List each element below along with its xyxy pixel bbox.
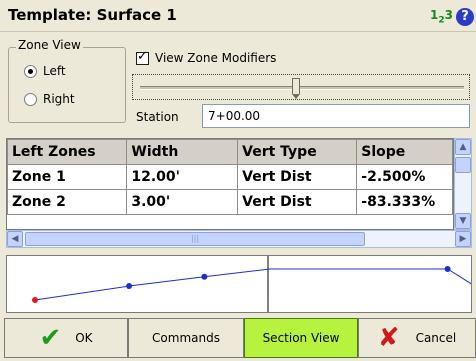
zones-table: Left Zones Width Vert Type Slope Zone 1 … <box>6 138 454 230</box>
profile-point[interactable] <box>201 273 208 280</box>
help-icon[interactable]: ? <box>456 8 474 26</box>
radio-right[interactable]: Right <box>24 92 75 106</box>
radio-right-label: Right <box>43 92 75 106</box>
table-cell[interactable]: -2.500% <box>356 164 453 190</box>
table-header-row: Left Zones Width Vert Type Slope <box>7 139 453 165</box>
table-cell[interactable]: Vert Dist <box>237 164 358 190</box>
units-icon[interactable]: 123 <box>430 8 458 26</box>
table-cell[interactable]: Vert Dist <box>237 189 358 215</box>
table-cell[interactable]: 3.00' <box>126 189 239 215</box>
column-header-width[interactable]: Width <box>126 139 239 165</box>
section-view-button[interactable]: Section View <box>244 318 358 358</box>
profile-point[interactable] <box>126 283 133 290</box>
ok-button-label: OK <box>75 331 93 345</box>
column-header-vert-type[interactable]: Vert Type <box>237 139 358 165</box>
scroll-right-icon[interactable]: ▶ <box>455 231 471 247</box>
commands-button-label: Commands <box>152 331 220 345</box>
zone-view-label: Zone View <box>16 38 83 52</box>
table-cell[interactable]: Zone 2 <box>7 189 128 215</box>
commands-button[interactable]: Commands <box>128 318 244 358</box>
profile-line <box>34 268 471 301</box>
radio-left-label: Left <box>43 64 66 78</box>
cancel-button-label: Cancel <box>415 331 457 345</box>
radio-right-dot[interactable] <box>24 92 37 106</box>
table-cell[interactable]: Zone 1 <box>7 164 128 190</box>
column-header-left-zones[interactable]: Left Zones <box>7 139 128 165</box>
window-title: Template: Surface 1 <box>8 6 177 24</box>
station-input[interactable] <box>202 104 470 128</box>
table-cell[interactable]: 12.00' <box>126 164 239 190</box>
cancel-button[interactable]: ✘ Cancel <box>358 318 476 358</box>
ok-button[interactable]: ✔ OK <box>4 318 128 358</box>
section-view-button-label: Section View <box>262 331 340 345</box>
table-horizontal-scrollbar[interactable]: ◀ ||| ▶ <box>6 230 472 248</box>
table-cell[interactable]: -83.333% <box>356 189 453 215</box>
table-row[interactable]: Zone 2 3.00' Vert Dist -83.333% <box>7 189 453 215</box>
table-row[interactable]: Zone 1 12.00' Vert Dist -2.500% <box>7 164 453 190</box>
station-slider-thumb[interactable] <box>291 78 300 99</box>
check-mark-icon: ✓ <box>137 48 148 64</box>
view-zone-modifiers-label: View Zone Modifiers <box>155 51 277 65</box>
scroll-thumb[interactable] <box>455 157 471 173</box>
station-label: Station <box>136 110 179 124</box>
profile-point[interactable] <box>444 266 451 272</box>
scroll-down-icon[interactable]: ▼ <box>455 213 471 229</box>
horizontal-scroll-thumb[interactable]: ||| <box>25 232 365 246</box>
table-vertical-scrollbar[interactable]: ▲ ▼ <box>454 138 472 230</box>
column-header-slope[interactable]: Slope <box>356 139 453 165</box>
checkbox-box[interactable]: ✓ <box>136 48 149 65</box>
radio-left-dot[interactable] <box>24 64 37 78</box>
scroll-left-icon[interactable]: ◀ <box>7 231 23 247</box>
cancel-x-icon: ✘ <box>377 323 400 353</box>
profile-start-point[interactable] <box>32 297 38 303</box>
template-profile-view[interactable] <box>6 255 472 313</box>
radio-left[interactable]: Left <box>24 64 66 78</box>
view-zone-modifiers-checkbox[interactable]: ✓ View Zone Modifiers <box>136 48 277 65</box>
zone-view-group <box>8 47 126 123</box>
checkmark-icon: ✔ <box>39 323 62 353</box>
station-slider-track[interactable] <box>140 86 464 90</box>
scroll-up-icon[interactable]: ▲ <box>455 139 471 155</box>
